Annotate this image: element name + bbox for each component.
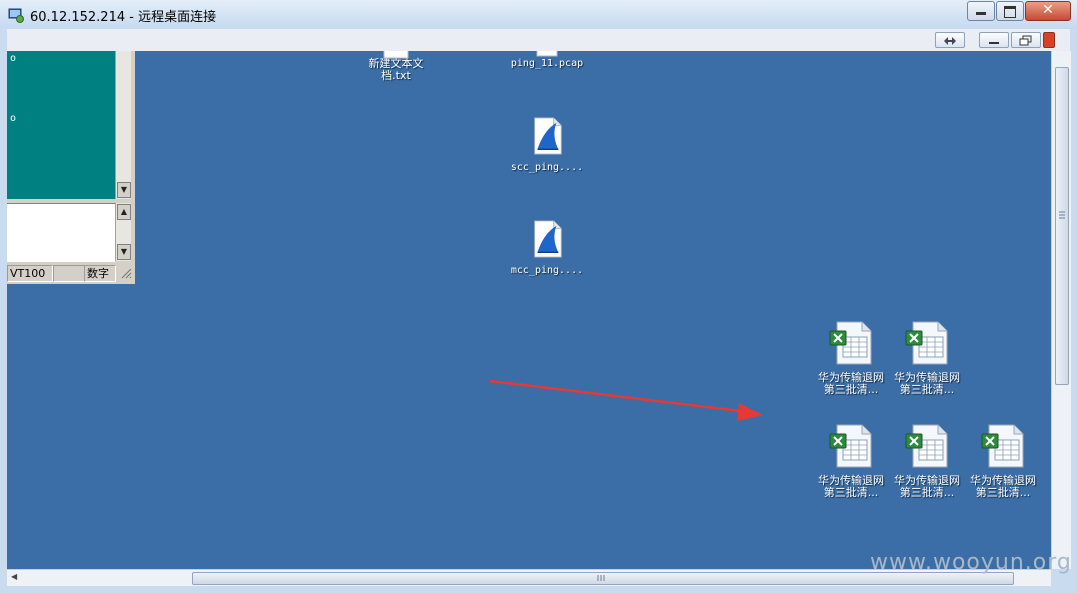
excel-file-icon	[905, 424, 948, 468]
maximize-icon	[1004, 6, 1016, 18]
remote-session-bar	[7, 29, 1070, 52]
restore-icon	[1019, 35, 1032, 46]
excel-file-icon	[829, 321, 872, 365]
desktop-icon-pcap[interactable]: ping_11.pcap	[507, 51, 587, 70]
session-close-button[interactable]	[1043, 32, 1055, 48]
session-restore-button[interactable]	[1011, 32, 1041, 48]
status-terminal-type: VT100	[7, 265, 53, 282]
desktop-icon-scc-ping[interactable]: scc_ping....	[507, 117, 587, 174]
icon-label: 第三批清...	[823, 383, 879, 396]
icon-label: 第三批清...	[899, 486, 955, 499]
window-title: 60.12.152.214 - 远程桌面连接	[30, 10, 217, 25]
desktop-icon-mcc-ping[interactable]: mcc_ping....	[507, 220, 587, 277]
scroll-down-arrow-icon[interactable]: ▼	[117, 244, 131, 260]
maximize-button[interactable]	[996, 1, 1024, 21]
icon-label: scc_ping....	[510, 162, 584, 173]
scroll-left-arrow-icon[interactable]: ◀	[11, 572, 17, 581]
terminal-input-area[interactable]	[7, 203, 115, 262]
title-bar[interactable]: 60.12.152.214 - 远程桌面连接 ✕	[0, 0, 1077, 29]
annotation-arrow-icon	[489, 379, 763, 421]
resize-arrows-button[interactable]	[935, 32, 965, 48]
remote-desktop[interactable]: o o ▼ ▲ ▼ VT100 数字 新建文本文 档.txt ping_11.p…	[7, 51, 1051, 569]
desktop-icon-excel[interactable]: 华为传输退网 第三批清...	[811, 321, 891, 396]
wireshark-file-icon	[534, 220, 562, 258]
terminal-line: o	[10, 113, 17, 124]
excel-file-icon	[829, 424, 872, 468]
terminal-status-bar: VT100 数字	[7, 264, 135, 282]
desktop-icon-excel[interactable]: 华为传输退网 第三批清...	[887, 424, 967, 499]
minimize-icon	[989, 42, 999, 44]
status-numlock: 数字	[84, 265, 116, 282]
terminal-line: o	[10, 53, 17, 64]
input-scrollbar[interactable]: ▲ ▼	[115, 203, 131, 261]
text-file-icon	[380, 51, 412, 59]
terminal-window[interactable]: o o ▼ ▲ ▼ VT100 数字	[7, 51, 135, 284]
resize-arrows-icon	[944, 37, 956, 45]
close-button[interactable]: ✕	[1025, 1, 1071, 21]
grip-icon	[1059, 211, 1065, 219]
scroll-up-arrow-icon[interactable]: ▲	[117, 204, 131, 220]
wireshark-file-icon	[534, 117, 562, 155]
excel-file-icon	[905, 321, 948, 365]
minimize-button[interactable]	[967, 1, 995, 21]
scroll-down-arrow-icon[interactable]: ▼	[117, 182, 131, 198]
vertical-scroll-thumb[interactable]	[1055, 67, 1069, 385]
desktop-icon-excel[interactable]: 华为传输退网 第三批清...	[887, 321, 967, 396]
terminal-scrollbar[interactable]: ▼	[115, 51, 131, 199]
resize-grip-icon[interactable]	[120, 267, 132, 279]
icon-label: 第三批清...	[975, 486, 1031, 499]
icon-label: 档.txt	[381, 69, 411, 82]
terminal-screen[interactable]: o o	[7, 51, 115, 199]
grip-icon	[597, 575, 605, 581]
desktop-icon-excel[interactable]: 华为传输退网 第三批清...	[963, 424, 1043, 499]
pcap-file-icon	[531, 51, 563, 57]
desktop-icon-excel[interactable]: 华为传输退网 第三批清...	[811, 424, 891, 499]
icon-label: 第三批清...	[899, 383, 955, 396]
desktop-icon-text-file[interactable]: 新建文本文 档.txt	[356, 51, 436, 82]
close-icon: ✕	[1042, 2, 1054, 18]
excel-file-icon	[981, 424, 1024, 468]
session-minimize-button[interactable]	[979, 32, 1009, 48]
icon-label: 第三批清...	[823, 486, 879, 499]
minimize-icon	[976, 12, 986, 15]
watermark: www.wooyun.org	[870, 550, 1072, 575]
icon-label: mcc_ping....	[510, 265, 584, 276]
remote-desktop-icon	[8, 8, 24, 23]
vertical-scrollbar[interactable]	[1051, 51, 1071, 569]
status-blank	[53, 265, 85, 282]
